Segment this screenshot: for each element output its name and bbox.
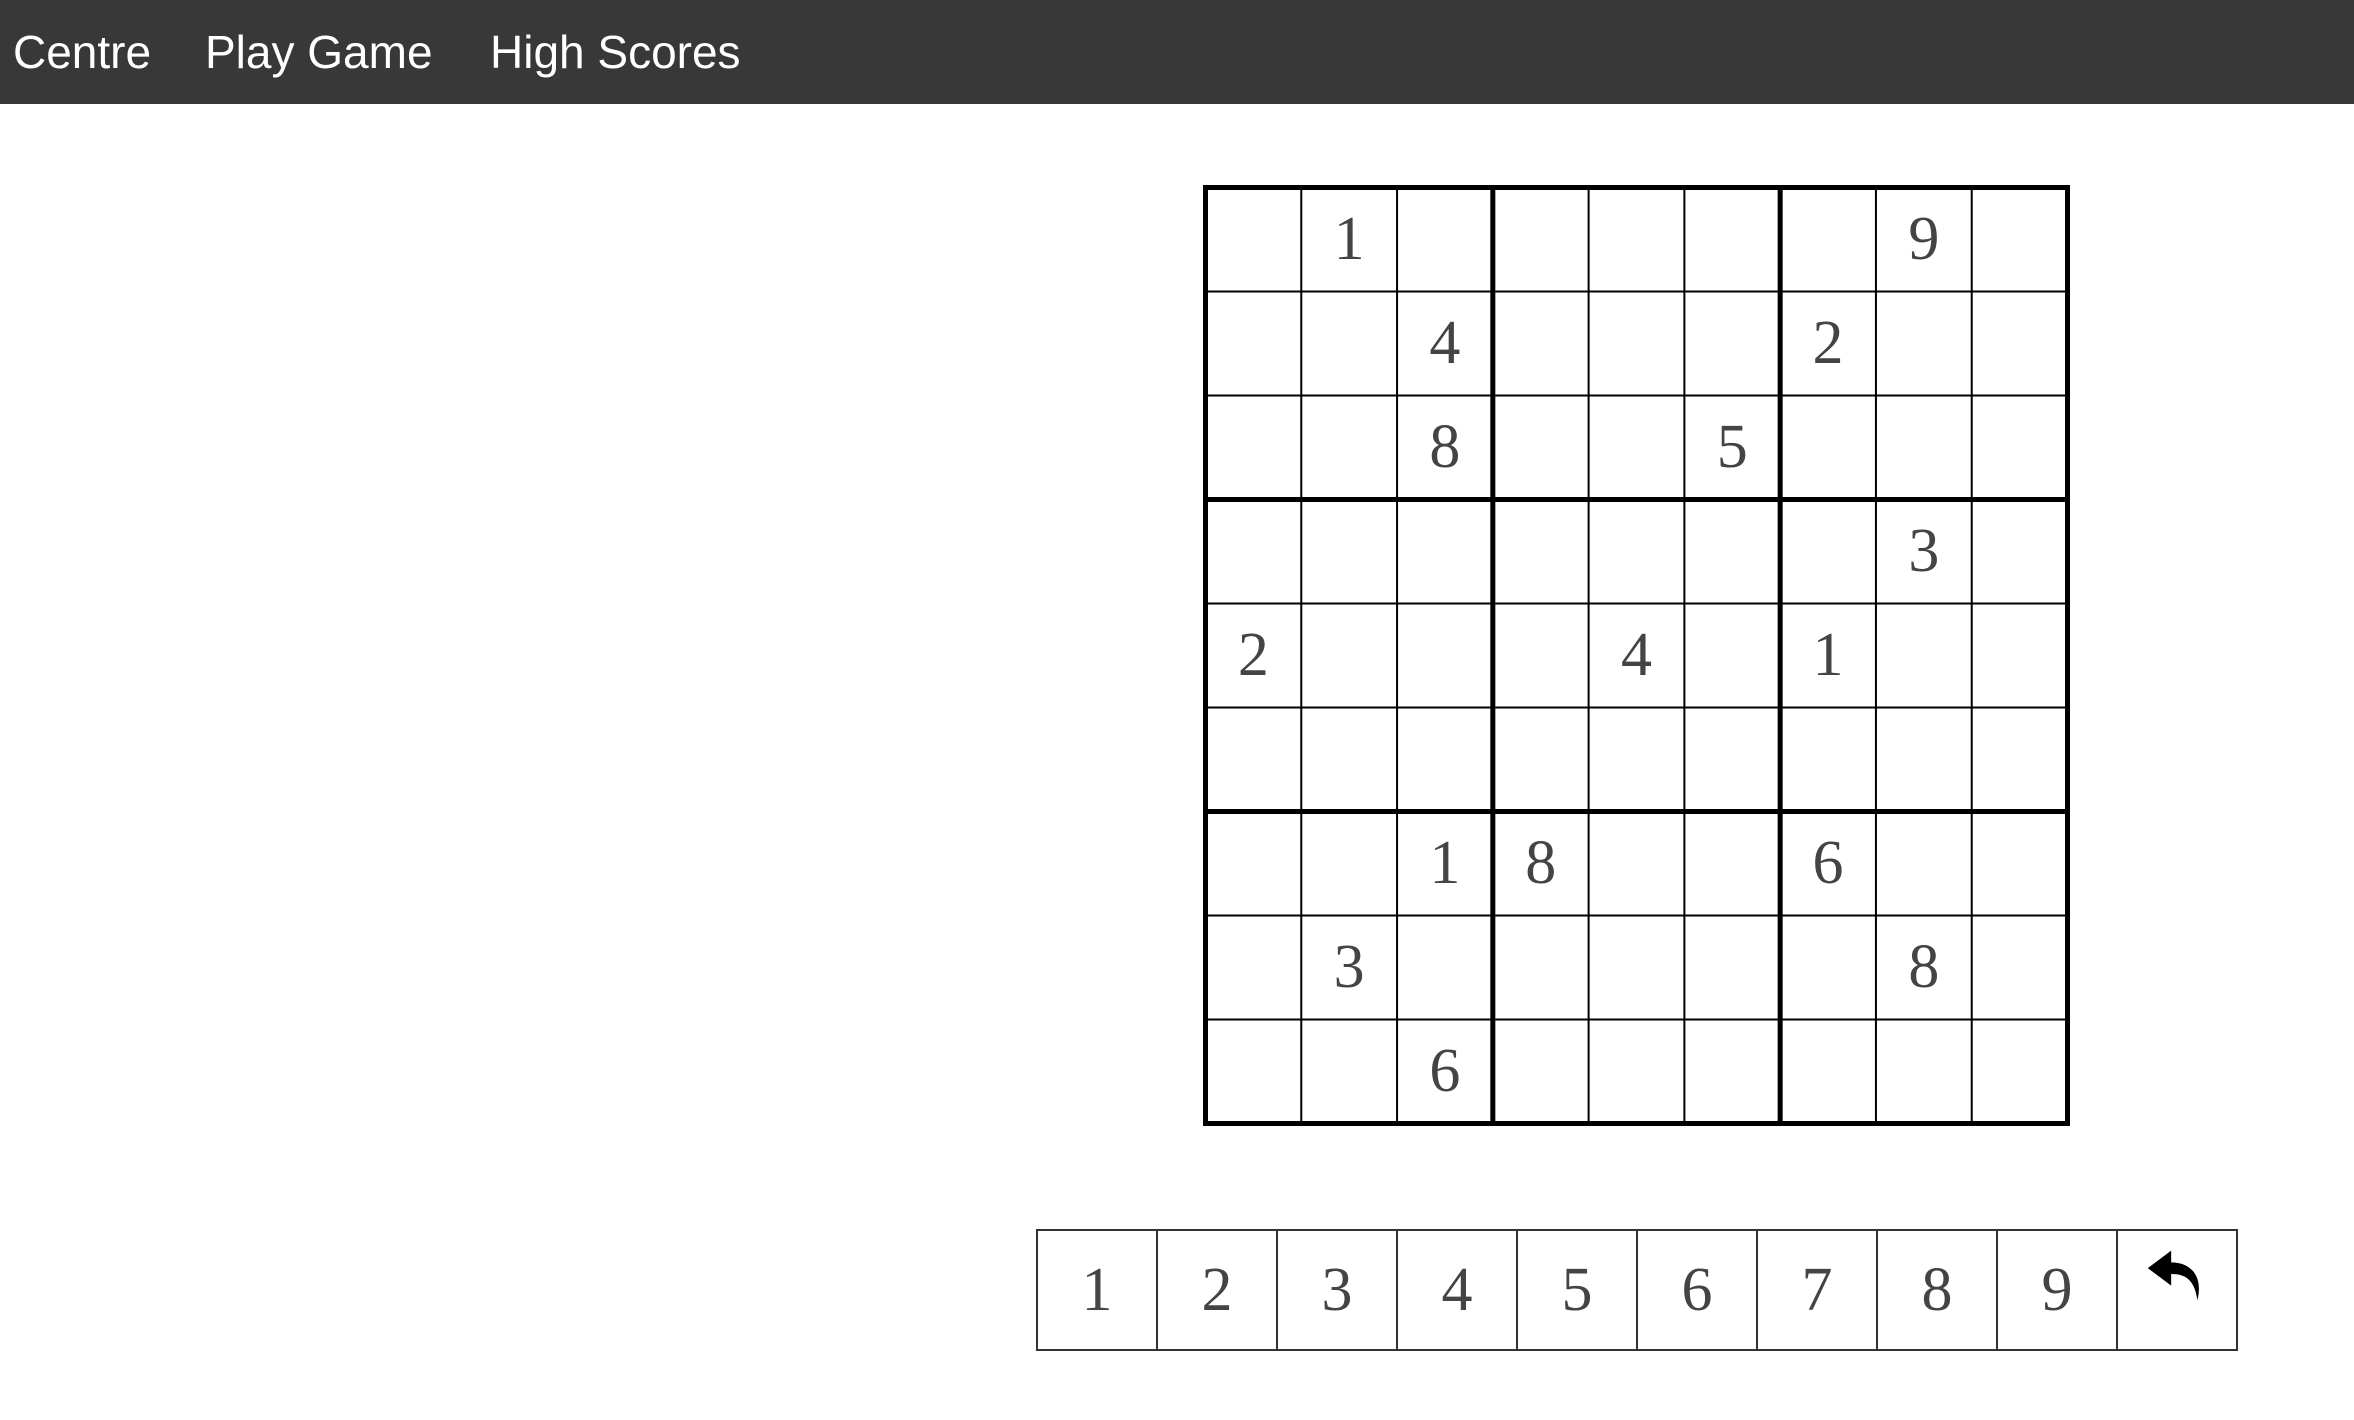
sudoku-cell-r3c9[interactable]	[1972, 396, 2068, 500]
sudoku-cell-r8c7[interactable]	[1780, 916, 1876, 1020]
sudoku-cell-r2c6[interactable]	[1684, 292, 1780, 396]
sudoku-cell-r5c9[interactable]	[1972, 604, 2068, 708]
sudoku-cell-r9c1[interactable]	[1206, 1020, 1302, 1124]
sudoku-cell-r5c1[interactable]: 2	[1206, 604, 1302, 708]
sudoku-cell-r4c6[interactable]	[1684, 500, 1780, 604]
sudoku-cell-r5c6[interactable]	[1684, 604, 1780, 708]
sudoku-cell-r7c9[interactable]	[1972, 812, 2068, 916]
sudoku-cell-r2c2[interactable]	[1301, 292, 1397, 396]
sudoku-cell-r4c2[interactable]	[1301, 500, 1397, 604]
sudoku-cell-r5c5[interactable]: 4	[1589, 604, 1685, 708]
sudoku-cell-r6c3[interactable]	[1397, 708, 1493, 812]
sudoku-cell-r9c3[interactable]: 6	[1397, 1020, 1493, 1124]
number-key-2[interactable]: 2	[1156, 1229, 1278, 1351]
nav-item-centre[interactable]: Centre	[13, 0, 151, 104]
sudoku-cell-r2c4[interactable]	[1493, 292, 1589, 396]
number-key-5[interactable]: 5	[1516, 1229, 1638, 1351]
sudoku-cell-r8c3[interactable]	[1397, 916, 1493, 1020]
sudoku-cell-r3c5[interactable]	[1589, 396, 1685, 500]
sudoku-cell-r1c3[interactable]	[1397, 188, 1493, 292]
sudoku-cell-r1c1[interactable]	[1206, 188, 1302, 292]
sudoku-cell-r5c2[interactable]	[1301, 604, 1397, 708]
sudoku-cell-r7c4[interactable]: 8	[1493, 812, 1589, 916]
sudoku-cell-r3c7[interactable]	[1780, 396, 1876, 500]
sudoku-cell-r9c4[interactable]	[1493, 1020, 1589, 1124]
number-pad: 123456789	[1036, 1229, 2238, 1351]
sudoku-cell-r2c5[interactable]	[1589, 292, 1685, 396]
sudoku-cell-r3c8[interactable]	[1876, 396, 1972, 500]
sudoku-cell-r5c3[interactable]	[1397, 604, 1493, 708]
sudoku-cell-r9c2[interactable]	[1301, 1020, 1397, 1124]
sudoku-cell-r6c2[interactable]	[1301, 708, 1397, 812]
sudoku-cell-r2c3[interactable]: 4	[1397, 292, 1493, 396]
sudoku-cell-r8c1[interactable]	[1206, 916, 1302, 1020]
sudoku-cell-r3c1[interactable]	[1206, 396, 1302, 500]
sudoku-cell-r1c5[interactable]	[1589, 188, 1685, 292]
sudoku-cell-r4c7[interactable]	[1780, 500, 1876, 604]
number-key-3[interactable]: 3	[1276, 1229, 1398, 1351]
sudoku-cell-r6c4[interactable]	[1493, 708, 1589, 812]
sudoku-cell-r2c9[interactable]	[1972, 292, 2068, 396]
number-key-9[interactable]: 9	[1996, 1229, 2118, 1351]
sudoku-cell-r6c8[interactable]	[1876, 708, 1972, 812]
sudoku-cell-r1c8[interactable]: 9	[1876, 188, 1972, 292]
sudoku-cell-r4c5[interactable]	[1589, 500, 1685, 604]
sudoku-cell-r8c9[interactable]	[1972, 916, 2068, 1020]
sudoku-cell-r5c8[interactable]	[1876, 604, 1972, 708]
nav-item-play-game[interactable]: Play Game	[205, 0, 433, 104]
sudoku-cell-r1c9[interactable]	[1972, 188, 2068, 292]
sudoku-cell-r2c7[interactable]: 2	[1780, 292, 1876, 396]
sudoku-cell-r1c6[interactable]	[1684, 188, 1780, 292]
sudoku-cell-r7c8[interactable]	[1876, 812, 1972, 916]
sudoku-cell-r1c4[interactable]	[1493, 188, 1589, 292]
sudoku-cell-r4c8[interactable]: 3	[1876, 500, 1972, 604]
sudoku-cell-r6c5[interactable]	[1589, 708, 1685, 812]
number-key-8[interactable]: 8	[1876, 1229, 1998, 1351]
sudoku-cell-r4c4[interactable]	[1493, 500, 1589, 604]
sudoku-board: 1942853241186386	[1203, 185, 2070, 1126]
sudoku-cell-r3c4[interactable]	[1493, 396, 1589, 500]
sudoku-cell-r9c6[interactable]	[1684, 1020, 1780, 1124]
sudoku-cell-r4c9[interactable]	[1972, 500, 2068, 604]
number-key-1[interactable]: 1	[1036, 1229, 1158, 1351]
sudoku-cell-r9c5[interactable]	[1589, 1020, 1685, 1124]
sudoku-cell-r6c1[interactable]	[1206, 708, 1302, 812]
sudoku-cell-r5c7[interactable]: 1	[1780, 604, 1876, 708]
sudoku-cell-r9c9[interactable]	[1972, 1020, 2068, 1124]
sudoku-cell-r3c2[interactable]	[1301, 396, 1397, 500]
sudoku-cell-r7c6[interactable]	[1684, 812, 1780, 916]
sudoku-cell-r8c4[interactable]	[1493, 916, 1589, 1020]
sudoku-cell-r6c7[interactable]	[1780, 708, 1876, 812]
sudoku-cell-r3c3[interactable]: 8	[1397, 396, 1493, 500]
sudoku-cell-r3c6[interactable]: 5	[1684, 396, 1780, 500]
sudoku-cell-r8c5[interactable]	[1589, 916, 1685, 1020]
sudoku-cell-r5c4[interactable]	[1493, 604, 1589, 708]
number-key-6[interactable]: 6	[1636, 1229, 1758, 1351]
sudoku-cell-r6c6[interactable]	[1684, 708, 1780, 812]
undo-arrow-icon	[2147, 1250, 2199, 1301]
sudoku-cell-r1c7[interactable]	[1780, 188, 1876, 292]
nav-item-high-scores[interactable]: High Scores	[490, 0, 741, 104]
number-key-4[interactable]: 4	[1396, 1229, 1518, 1351]
undo-button[interactable]	[2116, 1229, 2238, 1351]
sudoku-cell-r9c7[interactable]	[1780, 1020, 1876, 1124]
sudoku-cell-r8c2[interactable]: 3	[1301, 916, 1397, 1020]
sudoku-cell-r2c8[interactable]	[1876, 292, 1972, 396]
sudoku-cell-r8c6[interactable]	[1684, 916, 1780, 1020]
sudoku-cell-r2c1[interactable]	[1206, 292, 1302, 396]
navbar: Centre Play Game High Scores	[0, 0, 2354, 104]
sudoku-cell-r7c5[interactable]	[1589, 812, 1685, 916]
sudoku-cell-r7c2[interactable]	[1301, 812, 1397, 916]
sudoku-cell-r8c8[interactable]: 8	[1876, 916, 1972, 1020]
number-key-7[interactable]: 7	[1756, 1229, 1878, 1351]
sudoku-cell-r7c3[interactable]: 1	[1397, 812, 1493, 916]
sudoku-cell-r4c3[interactable]	[1397, 500, 1493, 604]
sudoku-cell-r6c9[interactable]	[1972, 708, 2068, 812]
sudoku-cell-r4c1[interactable]	[1206, 500, 1302, 604]
sudoku-cell-r7c1[interactable]	[1206, 812, 1302, 916]
sudoku-cell-r1c2[interactable]: 1	[1301, 188, 1397, 292]
sudoku-cell-r9c8[interactable]	[1876, 1020, 1972, 1124]
sudoku-cell-r7c7[interactable]: 6	[1780, 812, 1876, 916]
